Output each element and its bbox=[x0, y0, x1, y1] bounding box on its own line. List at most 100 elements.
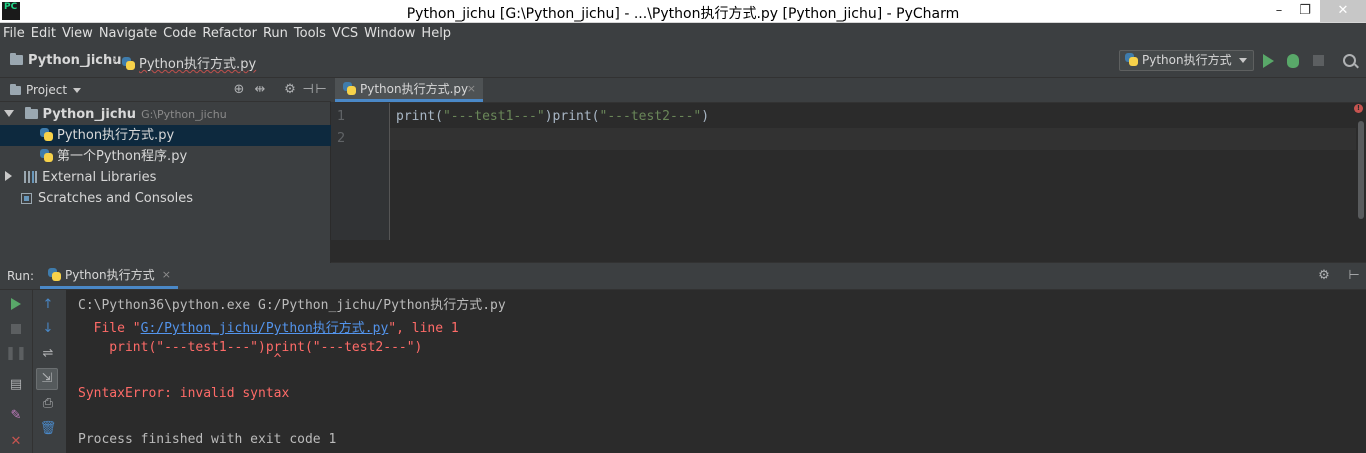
play-icon bbox=[1263, 54, 1274, 68]
code-token: )print( bbox=[544, 109, 600, 124]
close-run-icon[interactable]: ✕ bbox=[5, 431, 27, 453]
menu-window[interactable]: Window bbox=[361, 23, 418, 44]
dump-threads-icon[interactable]: ▤ bbox=[5, 374, 27, 396]
minimize-button[interactable]: – bbox=[1266, 0, 1292, 22]
gear-icon[interactable]: ⚙ bbox=[282, 82, 298, 98]
chevron-down-icon bbox=[1239, 58, 1247, 63]
breadcrumb-project-label: Python_jichu bbox=[28, 53, 122, 68]
tree-scratches-consoles[interactable]: Scratches and Consoles bbox=[0, 188, 331, 209]
chevron-down-icon bbox=[73, 88, 82, 93]
soft-wrap-icon[interactable]: ⇌ bbox=[37, 343, 59, 365]
editor-bottom-area bbox=[331, 240, 1366, 263]
editor-vertical-scrollbar[interactable] bbox=[1356, 103, 1366, 240]
code-editor[interactable]: print("---test1---")print("---test2---") bbox=[390, 103, 1356, 240]
menu-navigate[interactable]: Navigate bbox=[96, 23, 160, 44]
scroll-to-end-icon[interactable]: ⇲ bbox=[36, 368, 58, 390]
tree-external-libraries[interactable]: External Libraries bbox=[0, 167, 331, 188]
menu-edit[interactable]: Edit bbox=[28, 23, 59, 44]
debug-button[interactable] bbox=[1284, 51, 1302, 71]
line-number: 1 bbox=[337, 109, 346, 124]
python-file-icon bbox=[343, 82, 356, 95]
python-icon bbox=[48, 268, 61, 281]
collapse-all-icon[interactable]: ⇹ bbox=[252, 82, 268, 98]
menu-help[interactable]: Help bbox=[418, 23, 454, 44]
python-file-icon bbox=[40, 149, 53, 162]
toolbar-divider bbox=[32, 290, 33, 453]
python-file-icon bbox=[40, 128, 53, 141]
menu-run[interactable]: Run bbox=[260, 23, 291, 44]
tree-file-label: Python执行方式.py bbox=[57, 128, 175, 143]
breadcrumb-file[interactable]: Python执行方式.py bbox=[122, 53, 256, 72]
project-view-selector[interactable]: Project bbox=[10, 83, 82, 97]
traceback-suffix: ", line 1 bbox=[388, 321, 459, 336]
stop-button[interactable] bbox=[1310, 51, 1328, 71]
code-token: print( bbox=[396, 109, 443, 124]
run-button[interactable] bbox=[1259, 51, 1277, 71]
run-toolbar: ❚❚ ▤ ✎ ✕ ↑ ↓ ⇌ ⇲ ⎙ 🗑 bbox=[0, 290, 66, 453]
locate-icon[interactable]: ⊕ bbox=[231, 82, 247, 98]
pause-button[interactable]: ❚❚ bbox=[5, 343, 27, 365]
rerun-button[interactable] bbox=[5, 294, 27, 316]
console-traceback-file-line: File "G:/Python_jichu/Python执行方式.py", li… bbox=[78, 317, 459, 336]
up-arrow-icon[interactable]: ↑ bbox=[37, 294, 59, 316]
run-configuration-dropdown[interactable]: Python执行方式 bbox=[1119, 50, 1254, 71]
tree-root-python-jichu[interactable]: Python_jichu G:\Python_jichu bbox=[0, 104, 331, 125]
menu-tools[interactable]: Tools bbox=[291, 23, 329, 44]
breadcrumb-separator-icon: › bbox=[112, 53, 118, 68]
traceback-file-link[interactable]: G:/Python_jichu/Python执行方式.py bbox=[141, 321, 389, 336]
traceback-prefix: File " bbox=[78, 321, 141, 336]
expand-arrow-icon bbox=[4, 110, 14, 117]
code-string-token: "---test1---" bbox=[442, 109, 545, 124]
tree-file-python-exec[interactable]: Python执行方式.py bbox=[0, 125, 331, 146]
run-label: Run: bbox=[7, 269, 35, 283]
run-configuration-label: Python执行方式 bbox=[1142, 53, 1232, 67]
scrollbar-thumb[interactable] bbox=[1358, 121, 1364, 219]
project-panel-title: Project bbox=[26, 83, 68, 97]
close-tab-icon[interactable]: × bbox=[162, 263, 171, 287]
stop-icon bbox=[11, 324, 21, 334]
close-button[interactable]: ✕ bbox=[1320, 0, 1366, 22]
library-icon bbox=[24, 171, 38, 183]
menu-view[interactable]: View bbox=[59, 23, 96, 44]
gear-icon[interactable]: ⚙ bbox=[1316, 268, 1332, 284]
stop-icon bbox=[1313, 55, 1324, 66]
editor-tab-bar: Python执行方式.py × bbox=[331, 78, 1366, 103]
folder-icon bbox=[10, 53, 23, 65]
menu-code[interactable]: Code bbox=[160, 23, 199, 44]
search-everywhere-button[interactable] bbox=[1340, 51, 1358, 71]
editor-tab-label: Python执行方式.py bbox=[360, 82, 469, 96]
print-icon[interactable]: ⎙ bbox=[37, 393, 59, 415]
console-exit-message: Process finished with exit code 1 bbox=[78, 432, 337, 447]
editor-tab-python-exec[interactable]: Python执行方式.py × bbox=[335, 78, 483, 102]
scratches-icon bbox=[21, 193, 32, 204]
pin-tab-icon[interactable]: ✎ bbox=[5, 405, 27, 427]
maximize-button[interactable]: ❐ bbox=[1292, 0, 1318, 22]
line-number: 2 bbox=[337, 131, 346, 146]
hide-panel-icon[interactable]: ⊢ bbox=[313, 82, 329, 98]
run-tab-label: Python执行方式 bbox=[65, 268, 155, 282]
tree-scratches-label: Scratches and Consoles bbox=[38, 191, 194, 206]
project-panel-header: Project ⊕ ⇹ ⚙ ⊣ ⊢ bbox=[0, 78, 331, 102]
close-tab-icon[interactable]: × bbox=[467, 78, 476, 100]
menu-vcs[interactable]: VCS bbox=[329, 23, 361, 44]
run-tab-python-exec[interactable]: Python执行方式 × bbox=[40, 263, 178, 289]
project-tool-window: Project ⊕ ⇹ ⚙ ⊣ ⊢ Python_jichu G:\Python_… bbox=[0, 78, 331, 263]
stop-run-button[interactable] bbox=[5, 318, 27, 340]
error-indicator-icon[interactable]: ! bbox=[1354, 104, 1363, 113]
hide-panel-icon[interactable]: ⊢ bbox=[1346, 268, 1362, 284]
console-command-line: C:\Python36\python.exe G:/Python_jichu/P… bbox=[78, 298, 506, 313]
menu-refactor[interactable]: Refactor bbox=[199, 23, 260, 44]
bug-icon bbox=[1287, 54, 1299, 68]
trash-icon[interactable]: 🗑 bbox=[37, 418, 59, 440]
console-caret-line: ^ bbox=[78, 352, 282, 367]
breadcrumb-project[interactable]: Python_jichu bbox=[10, 53, 122, 68]
menu-file[interactable]: File bbox=[0, 23, 28, 44]
tree-file-first-program[interactable]: 第一个Python程序.py bbox=[0, 146, 331, 167]
code-token: ) bbox=[701, 109, 710, 124]
run-console[interactable]: C:\Python36\python.exe G:/Python_jichu/P… bbox=[66, 290, 1366, 453]
run-tool-window-header: Run: Python执行方式 × ⚙ ⊢ bbox=[0, 263, 1366, 290]
project-folder-icon bbox=[10, 84, 21, 95]
tree-root-path: G:\Python_jichu bbox=[141, 108, 227, 121]
code-string-token: "---test2---" bbox=[599, 109, 702, 124]
down-arrow-icon[interactable]: ↓ bbox=[37, 318, 59, 340]
